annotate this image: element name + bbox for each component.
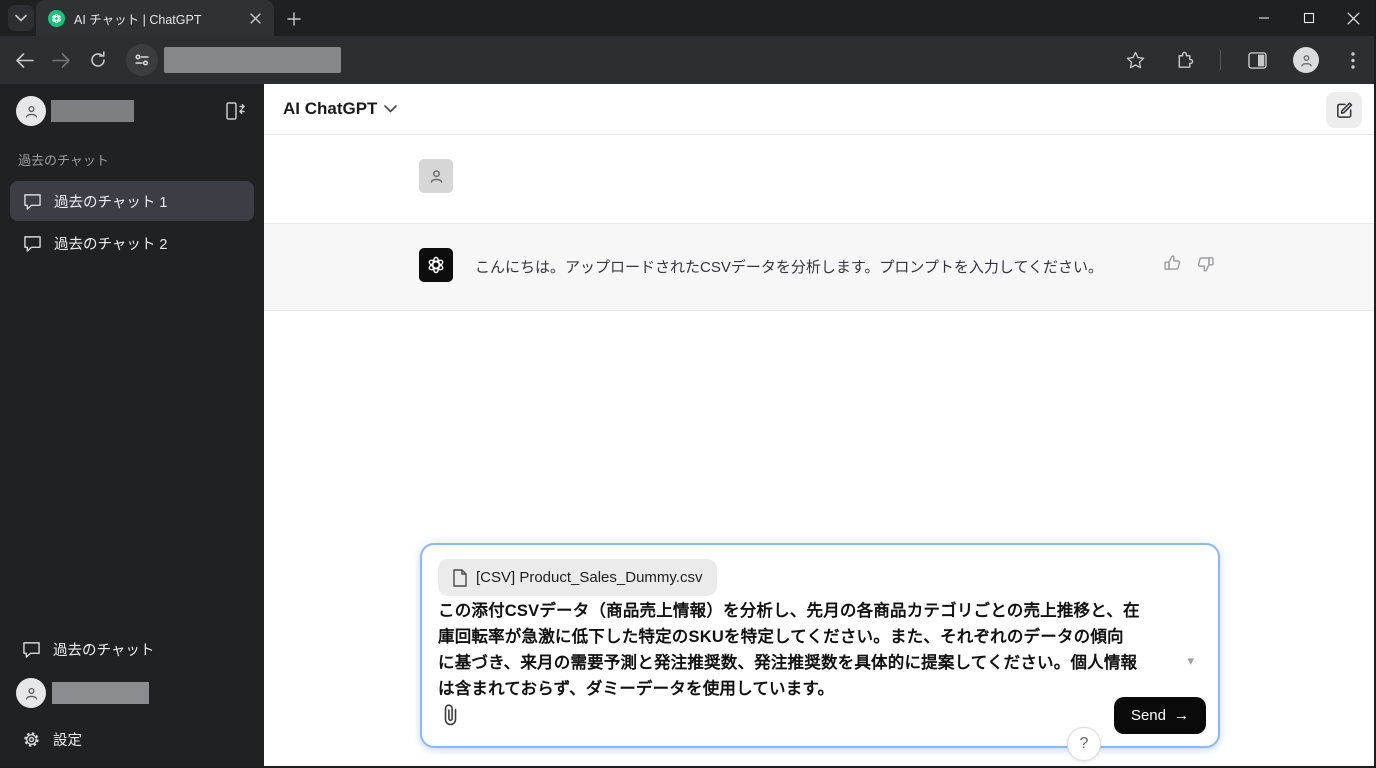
settings-label: 設定 bbox=[53, 732, 82, 749]
user-avatar bbox=[16, 678, 46, 708]
redacted-username bbox=[52, 682, 149, 704]
user-avatar[interactable] bbox=[16, 96, 46, 126]
window-maximize-button[interactable] bbox=[1286, 0, 1331, 36]
send-label: Send bbox=[1130, 707, 1166, 724]
tab-strip: AI チャット | ChatGPT bbox=[0, 0, 1376, 36]
sidebar-item-chat-1[interactable]: 過去のチャット 1 bbox=[10, 181, 254, 221]
attachment-filename: [CSV] Product_Sales_Dummy.csv bbox=[476, 569, 703, 586]
person-icon bbox=[430, 169, 442, 183]
sidebar-account-row[interactable] bbox=[16, 678, 149, 708]
sidebar-settings[interactable]: 設定 bbox=[12, 722, 252, 756]
forward-button[interactable] bbox=[48, 47, 74, 73]
thumbs-down-button[interactable] bbox=[1195, 253, 1216, 279]
help-question-mark: ? bbox=[1079, 735, 1089, 752]
thumbs-up-icon bbox=[1164, 255, 1181, 270]
paperclip-icon bbox=[444, 704, 457, 726]
attach-file-button[interactable] bbox=[442, 703, 460, 732]
prompt-composer[interactable]: [CSV] Product_Sales_Dummy.csv この添付CSVデータ… bbox=[420, 543, 1220, 748]
maximize-icon bbox=[1303, 12, 1314, 24]
send-arrow-icon: → bbox=[1174, 707, 1189, 724]
kebab-menu-icon bbox=[1351, 51, 1355, 69]
file-icon bbox=[453, 568, 467, 587]
model-selector[interactable]: AI ChatGPT bbox=[283, 99, 398, 119]
side-panel-icon bbox=[1247, 51, 1267, 69]
sidebar-item-label: 過去のチャット 1 bbox=[54, 194, 168, 211]
thumbs-up-button[interactable] bbox=[1162, 253, 1183, 279]
sidebar-footer-history[interactable]: 過去のチャット bbox=[12, 632, 252, 666]
back-arrow-icon bbox=[15, 52, 34, 68]
back-button[interactable] bbox=[11, 47, 37, 73]
assistant-message-text: こんにちは。アップロードされたCSVデータを分析します。プロンプトを入力してくだ… bbox=[475, 259, 1103, 276]
tab-close-icon[interactable] bbox=[247, 10, 264, 27]
sidebar-item-chat-2[interactable]: 過去のチャット 2 bbox=[10, 223, 254, 263]
forward-arrow-icon bbox=[51, 52, 70, 68]
person-icon bbox=[25, 105, 37, 117]
browser-toolbar bbox=[0, 36, 1376, 84]
sidebar-item-label: 過去のチャット 2 bbox=[54, 236, 168, 253]
tune-sliders-icon bbox=[135, 54, 149, 66]
chat-bubble-icon bbox=[23, 641, 40, 658]
chat-header: AI ChatGPT bbox=[264, 84, 1376, 135]
extensions-button[interactable] bbox=[1171, 47, 1197, 73]
tab-search-chevron-button[interactable] bbox=[8, 5, 34, 31]
attachment-chip[interactable]: [CSV] Product_Sales_Dummy.csv bbox=[438, 559, 718, 596]
send-button[interactable]: Send → bbox=[1113, 697, 1206, 734]
chevron-down-icon bbox=[15, 14, 27, 22]
plus-icon bbox=[287, 12, 301, 26]
tab-title: AI チャット | ChatGPT bbox=[74, 12, 202, 27]
sidebar: 過去のチャット 過去のチャット 1 過去のチャット 2 過去のチャット 設定 bbox=[0, 84, 264, 768]
close-icon bbox=[1347, 11, 1360, 25]
sidebar-toggle-icon bbox=[226, 102, 245, 120]
side-panel-button[interactable] bbox=[1244, 47, 1270, 73]
star-icon bbox=[1126, 51, 1144, 69]
browser-menu-button[interactable] bbox=[1340, 47, 1366, 73]
address-bar-redacted-url[interactable] bbox=[164, 47, 341, 73]
minimize-icon bbox=[1258, 17, 1269, 19]
window-controls bbox=[1241, 0, 1376, 36]
person-icon bbox=[1300, 54, 1312, 66]
history-section-label: 過去のチャット bbox=[18, 153, 109, 168]
compose-pencil-icon bbox=[1336, 101, 1352, 118]
chevron-down-icon bbox=[384, 105, 398, 113]
new-chat-button[interactable] bbox=[1326, 92, 1362, 128]
assistant-message-row: こんにちは。アップロードされたCSVデータを分析します。プロンプトを入力してくだ… bbox=[264, 223, 1376, 311]
reload-button[interactable] bbox=[85, 47, 111, 73]
chat-bubble-icon bbox=[24, 193, 41, 210]
window-close-button[interactable] bbox=[1331, 0, 1376, 36]
assistant-avatar bbox=[419, 248, 453, 282]
chat-bubble-icon bbox=[24, 235, 41, 252]
user-message-avatar bbox=[419, 159, 453, 193]
help-button[interactable]: ? bbox=[1067, 727, 1101, 761]
redacted-username bbox=[51, 100, 134, 122]
site-settings-button[interactable] bbox=[126, 44, 158, 76]
footer-history-label: 過去のチャット bbox=[53, 642, 155, 659]
browser-window: AI チャット | ChatGPT 過去のチャット 過去のチャット 1 過去のチ… bbox=[0, 0, 1376, 768]
user-message-row bbox=[264, 135, 1376, 223]
browser-profile-button[interactable] bbox=[1293, 47, 1319, 73]
page-title: AI ChatGPT bbox=[283, 99, 378, 118]
chatgpt-favicon-icon bbox=[48, 9, 65, 27]
reload-icon bbox=[91, 51, 105, 67]
bookmark-button[interactable] bbox=[1122, 47, 1148, 73]
app-content: 過去のチャット 過去のチャット 1 過去のチャット 2 過去のチャット 設定 A… bbox=[0, 84, 1376, 768]
openai-logo-icon bbox=[428, 256, 444, 274]
prompt-input[interactable]: この添付CSVデータ（商品売上情報）を分析し、先月の各商品カテゴリごとの売上推移… bbox=[438, 598, 1140, 702]
extensions-puzzle-icon bbox=[1178, 51, 1193, 68]
sidebar-collapse-button[interactable] bbox=[224, 100, 248, 122]
thumbs-down-icon bbox=[1197, 257, 1214, 272]
browser-tab[interactable]: AI チャット | ChatGPT bbox=[36, 0, 274, 36]
composer-resize-caret-icon[interactable]: ▾ bbox=[1187, 653, 1194, 669]
person-icon bbox=[25, 687, 37, 699]
window-minimize-button[interactable] bbox=[1241, 0, 1286, 36]
new-tab-button[interactable] bbox=[282, 7, 306, 31]
gear-icon bbox=[24, 731, 39, 747]
toolbar-separator bbox=[1220, 50, 1221, 70]
